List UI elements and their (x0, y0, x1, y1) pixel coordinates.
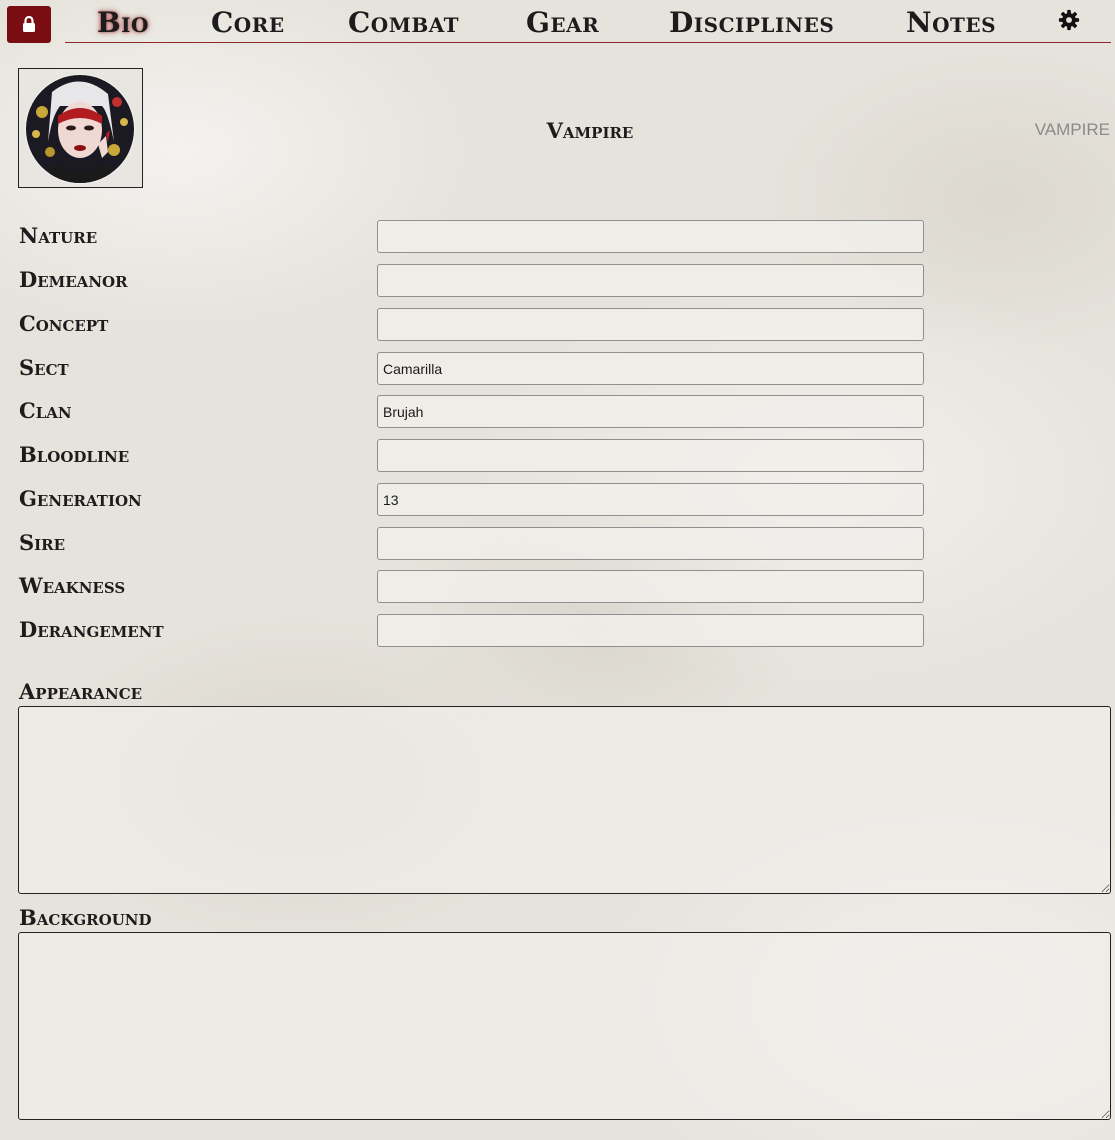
nature-input[interactable] (377, 220, 924, 253)
weakness-input[interactable] (377, 570, 924, 603)
tab-disciplines[interactable]: Disciplines (669, 7, 834, 39)
field-row-concept: Concept (18, 308, 924, 341)
character-portrait[interactable] (18, 68, 143, 188)
background-textarea[interactable] (18, 932, 1111, 1120)
field-row-derangement: Derangement (18, 614, 924, 647)
tab-core[interactable]: Core (211, 7, 285, 39)
sheet-type-tag: VAMPIRE (1034, 120, 1110, 139)
field-label: Demeanor (19, 267, 128, 292)
settings-button[interactable] (1058, 9, 1080, 31)
generation-input[interactable] (377, 483, 924, 516)
field-label: Sire (19, 530, 66, 555)
field-row-demeanor: Demeanor (18, 264, 924, 297)
field-row-sire: Sire (18, 527, 924, 560)
gear-icon (1058, 9, 1080, 31)
tab-bar: Bio Core Combat Gear Disciplines Notes (65, 0, 1111, 43)
field-row-sect: Sect (18, 352, 924, 385)
sire-input[interactable] (377, 527, 924, 560)
demeanor-input[interactable] (377, 264, 924, 297)
appearance-label: Appearance (19, 679, 143, 704)
field-label: Nature (19, 223, 98, 248)
field-row-clan: Clan (18, 395, 924, 428)
field-row-weakness: Weakness (18, 570, 924, 603)
field-label: Sect (19, 355, 69, 380)
lock-button[interactable] (7, 6, 51, 43)
tab-gear[interactable]: Gear (526, 7, 599, 39)
appearance-textarea[interactable] (18, 706, 1111, 894)
field-label: Derangement (19, 617, 164, 642)
field-label: Generation (19, 486, 142, 511)
tab-bio[interactable]: Bio (97, 7, 149, 39)
field-label: Bloodline (19, 442, 130, 467)
background-label: Background (19, 905, 152, 930)
sheet-type-title: Vampire (546, 118, 634, 143)
lock-icon (23, 16, 35, 32)
field-label: Weakness (19, 573, 126, 598)
tab-combat[interactable]: Combat (348, 7, 459, 39)
derangement-input[interactable] (377, 614, 924, 647)
bloodline-input[interactable] (377, 439, 924, 472)
field-row-generation: Generation (18, 483, 924, 516)
clan-input[interactable] (377, 395, 924, 428)
concept-input[interactable] (377, 308, 924, 341)
field-label: Clan (19, 398, 72, 423)
sect-input[interactable] (377, 352, 924, 385)
field-label: Concept (19, 311, 109, 336)
field-row-bloodline: Bloodline (18, 439, 924, 472)
tab-notes[interactable]: Notes (906, 7, 996, 39)
field-row-nature: Nature (18, 220, 924, 253)
portrait-image (25, 74, 135, 184)
